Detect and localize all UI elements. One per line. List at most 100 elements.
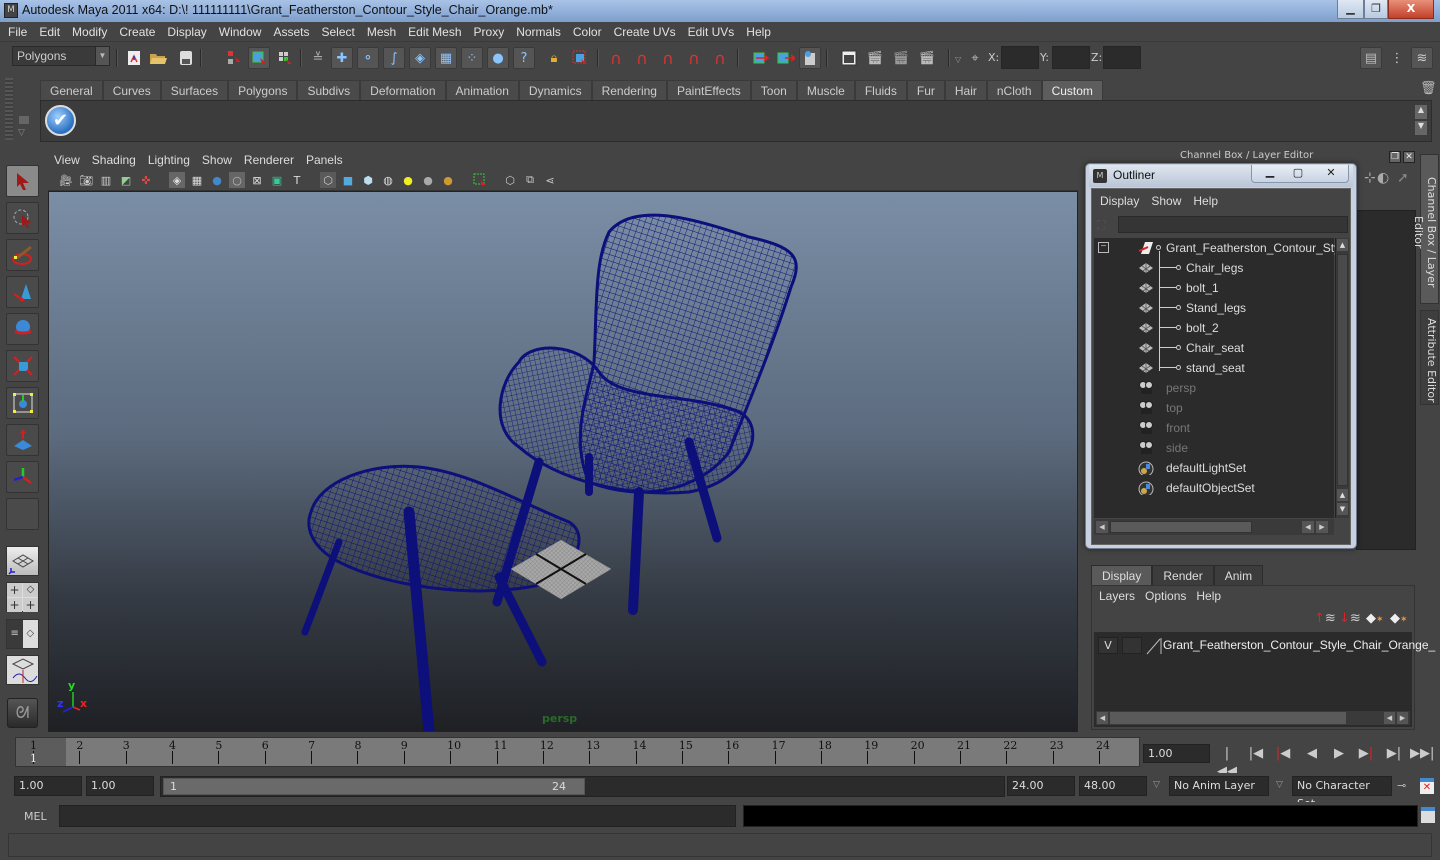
highlight-selection-icon[interactable] [569,47,591,69]
anim-layer-selector[interactable]: No Anim Layer [1169,776,1269,796]
outliner-item[interactable]: Stand_legs [1094,298,1334,318]
shelf-tab-polygons[interactable]: Polygons [228,80,298,100]
output-connections-icon[interactable] [775,47,797,69]
four-view-layout-icon[interactable]: + ◇ + + [6,582,39,612]
close-panel-icon[interactable]: ✕ [1403,151,1415,163]
outliner-item[interactable]: front [1094,418,1334,438]
shelf-options-icon[interactable]: ▽ [18,128,25,138]
scroll-up-icon[interactable]: ▲ [1337,239,1348,251]
y-field[interactable] [1052,46,1090,69]
scale-tool-icon[interactable] [6,350,39,382]
playback-end-field[interactable]: 24.00 [1007,776,1075,796]
select-dynamics-icon[interactable]: ⁘ [461,47,483,69]
move-layer-down-icon[interactable]: ↓≋ [1339,611,1361,626]
animation-start-field[interactable]: 1.00 [14,776,82,796]
panel-menu-lighting[interactable]: Lighting [142,150,196,170]
scroll-left-icon[interactable]: ◀ [1384,712,1395,724]
step-back-key-icon[interactable]: |◀ [1272,745,1294,763]
shelf-tab-deformation[interactable]: Deformation [360,80,446,100]
outliner-menu-help[interactable]: Help [1187,194,1224,208]
go-to-start-icon[interactable]: |◀◀ [1216,745,1238,779]
last-tool-slot[interactable] [6,498,39,530]
playback-start-field[interactable]: 1.00 [86,776,154,796]
float-panel-icon[interactable]: ❐ [1389,151,1401,163]
wireframe-on-shaded-icon[interactable]: ⬢ [360,172,376,188]
layer-tab-anim[interactable]: Anim [1213,565,1264,585]
layer-menu-options[interactable]: Options [1140,589,1191,603]
z-field[interactable] [1103,46,1141,69]
animation-end-field[interactable]: 48.00 [1079,776,1147,796]
safe-title-icon[interactable]: T [289,172,305,188]
construction-history-icon[interactable] [799,47,821,69]
layer-tab-display[interactable]: Display [1091,565,1153,585]
shelf-tab-curves[interactable]: Curves [102,80,161,100]
outliner-horizontal-scrollbar[interactable]: ◀ ◀ ▶ [1094,519,1334,535]
shadows-icon[interactable]: ● [420,172,436,188]
close-button[interactable]: X [1388,0,1434,19]
camera-attributes-icon[interactable]: 📷︎ [78,172,94,188]
outliner-item[interactable]: bolt_2 [1094,318,1334,338]
snap-point-icon[interactable]: ∩ [657,47,679,69]
select-render-icon[interactable]: ● [487,47,509,69]
layer-visibility-toggle[interactable]: V [1098,637,1118,654]
textured-icon[interactable]: ◍ [380,172,396,188]
new-scene-icon[interactable] [123,47,145,69]
step-back-frame-icon[interactable]: |◀ [1245,745,1267,763]
select-tool-icon[interactable] [6,165,39,197]
shelf-tab-dynamics[interactable]: Dynamics [518,80,592,100]
outliner-menu-show[interactable]: Show [1145,194,1187,208]
perspective-viewport[interactable]: y z x persp [48,191,1078,732]
menu-modify[interactable]: Modify [66,22,113,42]
menu-set-selector[interactable]: Polygons ▼ [12,46,110,66]
current-time-field[interactable]: 1.00 [1143,744,1210,763]
auto-key-icon[interactable]: ⊸ [1397,779,1406,792]
script-editor-icon[interactable] [1421,807,1435,823]
toggle-attribute-editor-icon[interactable]: ▤ [1360,47,1382,69]
select-joint-icon[interactable]: ⚬ [357,47,379,69]
grid-icon[interactable]: ◈ [169,172,185,188]
menu-create[interactable]: Create [113,22,161,42]
character-set-dropdown-icon[interactable]: ▽ [1276,780,1283,790]
high-quality-icon[interactable]: ● [440,172,456,188]
single-perspective-layout-icon[interactable] [6,546,39,576]
rotate-tool-icon[interactable] [6,313,39,345]
render-icon[interactable]: 🎬︎ [864,47,886,69]
gate-mask-icon[interactable]: ○ [229,172,245,188]
menu-mesh[interactable]: Mesh [361,22,402,42]
shelf-tab-fluids[interactable]: Fluids [854,80,907,100]
menu-color[interactable]: Color [567,22,608,42]
snap-curve-icon[interactable]: ∩ [631,47,653,69]
film-gate-icon[interactable]: ▦ [189,172,205,188]
shelf-menu-icon[interactable] [18,115,30,125]
menu-edit[interactable]: Edit [33,22,66,42]
graph-editor-layout-icon[interactable] [6,655,39,685]
outliner-filter-input[interactable] [1118,216,1348,233]
bookmarks-icon[interactable]: ▥ [98,172,114,188]
create-layer-from-selected-icon[interactable]: ◆✶ [1390,611,1408,626]
channel-box-display-icon[interactable]: ◐ [1377,170,1389,186]
universal-manipulator-icon[interactable] [6,387,39,419]
panel-menu-show[interactable]: Show [196,150,238,170]
play-forwards-icon[interactable]: ▶ [1328,745,1350,763]
select-misc-icon[interactable]: ? [513,47,535,69]
move-layer-up-icon[interactable]: ↑≋ [1314,611,1336,626]
lock-selection-icon[interactable]: 🔒︎ [543,47,565,69]
scroll-thumb[interactable] [1110,521,1252,533]
layer-type-toggle[interactable] [1122,637,1142,654]
selection-mask-icon[interactable]: ≚ [307,47,329,69]
layer-horizontal-scrollbar[interactable]: ◀ ◀ ▶ [1096,711,1410,725]
shelf-grip[interactable] [5,78,13,140]
smooth-shade-icon[interactable]: ■ [340,172,356,188]
snap-live-icon[interactable]: ∩ [709,47,731,69]
absolute-transform-icon[interactable]: ⌖ [964,47,986,69]
animation-preferences-icon[interactable]: ✕ [1420,778,1434,794]
layer-color-icon[interactable] [1146,637,1162,655]
step-forward-key-icon[interactable]: ▶| [1355,745,1377,763]
checkmark-shelf-button-icon[interactable]: ✔ [45,105,76,136]
channel-box-axis-icon[interactable]: ⊹ [1364,170,1376,186]
shelf-scroll-down-icon[interactable]: ▼ [1415,121,1427,135]
outliner-item[interactable]: bolt_1 [1094,278,1334,298]
outliner-menu-display[interactable]: Display [1094,194,1145,208]
menu-assets[interactable]: Assets [267,22,315,42]
outliner-persp-layout-icon[interactable]: ≡ ◇ [6,619,39,649]
